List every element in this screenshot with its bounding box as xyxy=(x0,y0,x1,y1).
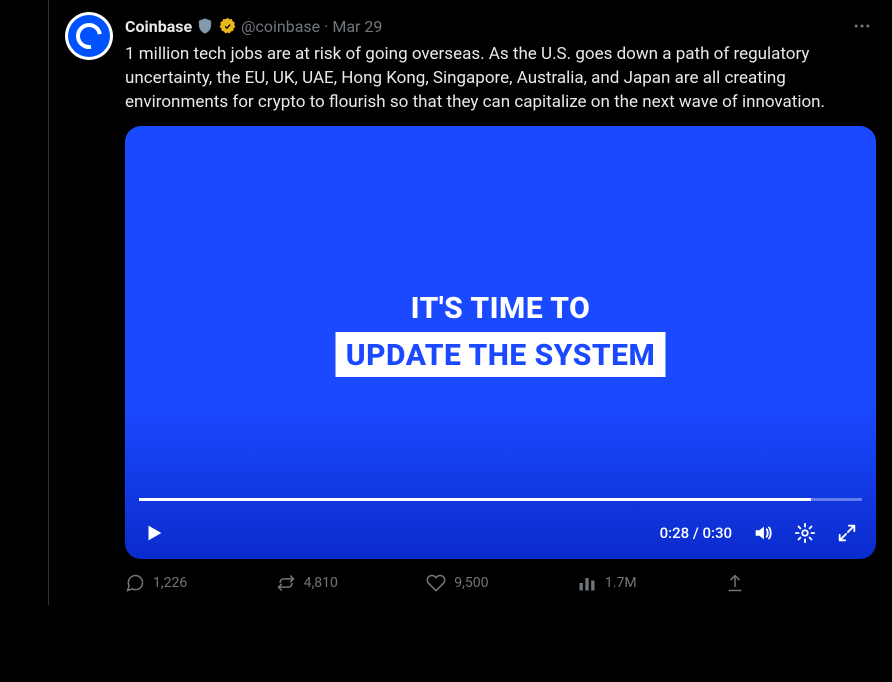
retweet-icon xyxy=(276,573,296,593)
settings-button[interactable] xyxy=(794,522,816,544)
tweet: Coinbase @coinbase · Mar 29 1 million te… xyxy=(48,0,892,605)
tweet-header: Coinbase @coinbase · Mar 29 xyxy=(125,12,876,40)
video-progress-fill xyxy=(139,498,811,501)
views-icon xyxy=(577,573,597,593)
views-button[interactable]: 1.7M xyxy=(577,573,637,593)
tweet-date[interactable]: Mar 29 xyxy=(332,17,382,36)
reply-count: 1,226 xyxy=(153,575,187,591)
display-name[interactable]: Coinbase xyxy=(125,17,192,36)
share-icon xyxy=(725,573,745,593)
fullscreen-button[interactable] xyxy=(836,522,858,544)
tweet-content: Coinbase @coinbase · Mar 29 1 million te… xyxy=(125,12,876,593)
like-count: 9,500 xyxy=(454,575,488,591)
avatar-logo xyxy=(68,15,110,57)
video-progress-bar[interactable] xyxy=(139,498,862,501)
ellipsis-icon xyxy=(852,16,872,36)
fullscreen-icon xyxy=(836,522,858,544)
play-icon xyxy=(143,522,165,544)
coinbase-c-icon xyxy=(71,18,107,54)
tweet-actions: 1,226 4,810 9,500 1.7M xyxy=(125,573,745,593)
video-caption: IT'S TIME TO UPDATE THE SYSTEM xyxy=(125,291,876,377)
video-caption-line1: IT'S TIME TO xyxy=(125,291,876,326)
more-button[interactable] xyxy=(848,12,876,40)
retweet-button[interactable]: 4,810 xyxy=(276,573,338,593)
video-caption-line2: UPDATE THE SYSTEM xyxy=(336,332,665,377)
reply-button[interactable]: 1,226 xyxy=(125,573,187,593)
volume-button[interactable] xyxy=(752,522,774,544)
handle[interactable]: @coinbase xyxy=(241,17,320,36)
verified-badge-icon xyxy=(218,17,237,36)
gear-icon xyxy=(794,522,816,544)
reply-icon xyxy=(125,573,145,593)
like-button[interactable]: 9,500 xyxy=(426,573,488,593)
volume-icon xyxy=(752,522,774,544)
share-button[interactable] xyxy=(725,573,745,593)
play-button[interactable] xyxy=(143,522,165,544)
tweet-text: 1 million tech jobs are at risk of going… xyxy=(125,42,876,114)
video-time: 0:28 / 0:30 xyxy=(660,524,732,542)
video-player[interactable]: IT'S TIME TO UPDATE THE SYSTEM 0:28 / 0:… xyxy=(125,126,876,559)
views-count: 1.7M xyxy=(605,575,637,591)
video-controls: 0:28 / 0:30 xyxy=(125,507,876,559)
heart-icon xyxy=(426,573,446,593)
separator-dot: · xyxy=(324,17,328,36)
shield-icon xyxy=(196,17,214,35)
retweet-count: 4,810 xyxy=(304,575,338,591)
avatar[interactable] xyxy=(65,12,113,60)
